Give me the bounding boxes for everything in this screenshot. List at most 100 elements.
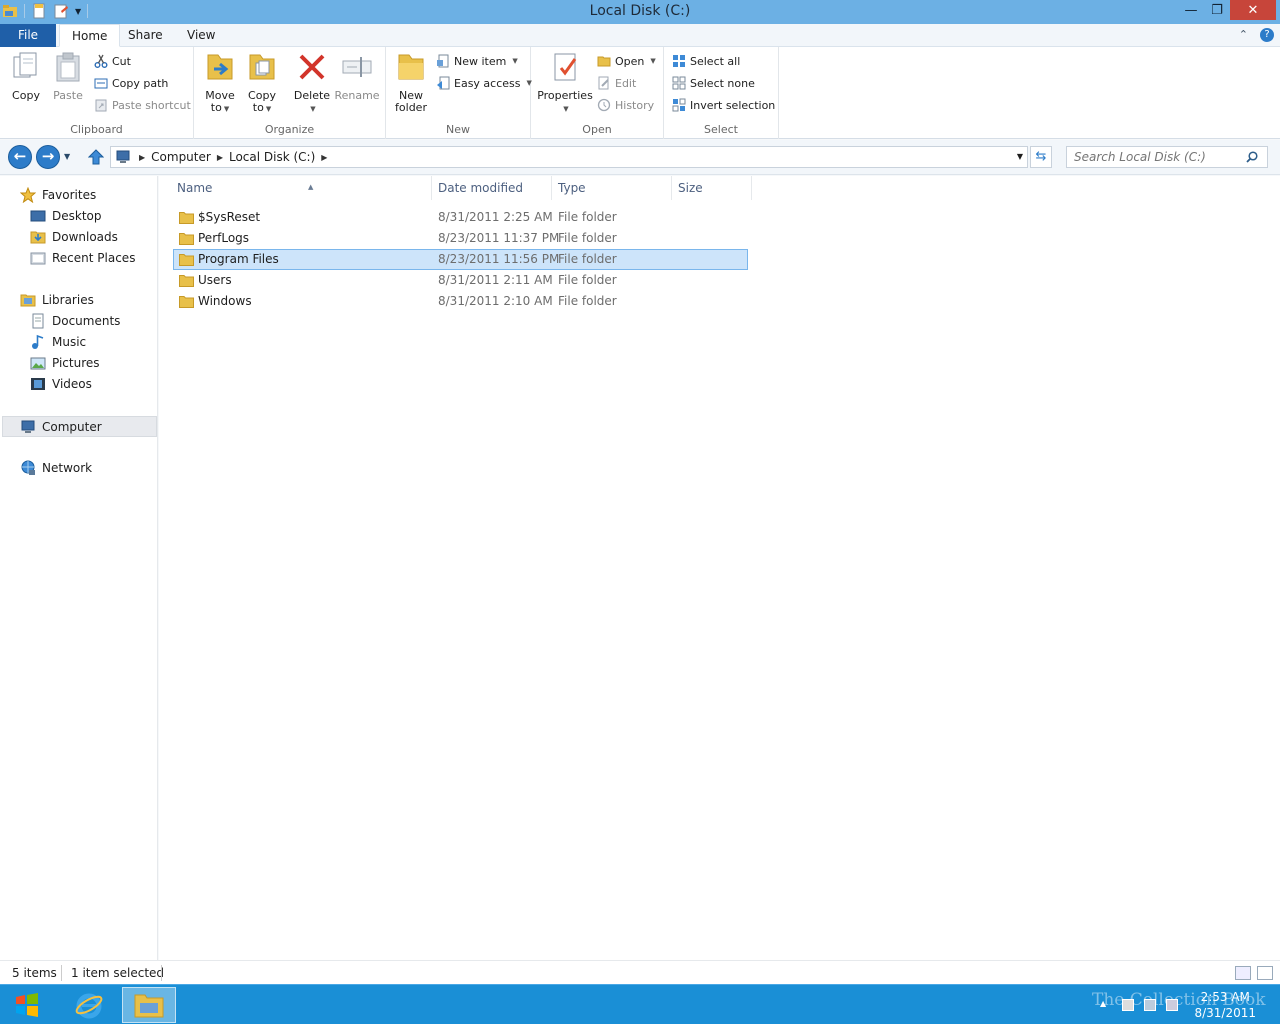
videos-icon (31, 378, 45, 390)
volume-tray-icon[interactable] (1166, 999, 1178, 1011)
downloads-folder-icon (30, 231, 46, 244)
rename-button[interactable]: Rename (334, 51, 380, 102)
paste-button[interactable]: Paste (50, 51, 86, 102)
taskbar-file-explorer[interactable] (122, 987, 176, 1023)
file-row-users[interactable]: Users 8/31/2011 2:11 AM File folder (173, 270, 748, 291)
paste-icon (56, 52, 80, 82)
start-button[interactable] (0, 987, 54, 1023)
windows-logo-icon (16, 993, 38, 1017)
back-button[interactable]: ← (8, 145, 32, 169)
cut-button[interactable]: Cut (94, 54, 131, 68)
nav-item-documents[interactable]: Documents (30, 313, 120, 329)
column-header-date-modified[interactable]: Date modified (432, 176, 552, 200)
file-row-sysreset[interactable]: $SysReset 8/31/2011 2:25 AM File folder (173, 207, 748, 228)
network-tray-icon[interactable] (1144, 999, 1156, 1011)
file-explorer-icon (134, 994, 164, 1018)
computer-location-icon (116, 150, 130, 163)
nav-item-music[interactable]: Music (30, 334, 86, 350)
taskbar-clock[interactable]: 2:53 AM 8/31/2011 (1194, 989, 1256, 1021)
item-count: 5 items (12, 966, 57, 980)
title-bar: ▼ Local Disk (C:) — ❐ ✕ (0, 0, 1280, 24)
star-icon (20, 187, 36, 203)
minimize-button[interactable]: — (1178, 0, 1204, 20)
paste-shortcut-button[interactable]: Paste shortcut (94, 98, 191, 112)
select-all-button[interactable]: Select all (672, 54, 740, 68)
organize-group-label: Organize (264, 123, 315, 136)
invert-selection-icon (672, 98, 686, 112)
nav-item-libraries[interactable]: Libraries (20, 292, 94, 308)
taskbar: The Collection Book ▲ 2:53 AM 8/31/2011 (0, 984, 1280, 1024)
delete-x-icon (299, 54, 325, 80)
invert-selection-button[interactable]: Invert selection (672, 98, 775, 112)
rename-icon (342, 57, 372, 77)
close-button[interactable]: ✕ (1230, 0, 1276, 20)
breadcrumb-computer[interactable]: Computer (145, 150, 217, 164)
delete-button[interactable]: Delete ▼ (292, 51, 332, 115)
taskbar-internet-explorer[interactable] (62, 987, 116, 1023)
minimize-ribbon-icon[interactable]: ⌃ (1239, 28, 1248, 42)
search-icon[interactable] (1246, 151, 1258, 163)
open-button[interactable]: Open ▼ (597, 54, 656, 68)
address-dropdown-icon[interactable]: ▼ (1017, 152, 1023, 161)
system-tray: ▲ (1100, 999, 1178, 1011)
column-header-name[interactable]: Name ▲ (171, 176, 432, 200)
search-input[interactable] (1066, 146, 1268, 168)
new-folder-icon (398, 54, 424, 80)
tab-view[interactable]: View (175, 24, 227, 47)
move-to-folder-icon (207, 54, 233, 80)
large-icons-view-button[interactable] (1257, 966, 1273, 980)
maximize-button[interactable]: ❐ (1204, 0, 1230, 20)
nav-item-computer[interactable]: Computer (2, 416, 157, 437)
forward-button[interactable]: → (36, 145, 60, 169)
file-row-program-files[interactable]: Program Files 8/23/2011 11:56 PM File fo… (173, 249, 748, 270)
tab-share[interactable]: Share (116, 24, 175, 47)
internet-explorer-icon (75, 993, 103, 1019)
libraries-icon (20, 294, 36, 307)
address-bar[interactable]: ▶ Computer ▶ Local Disk (C:) ▶ ▼ (110, 146, 1028, 168)
nav-item-network[interactable]: Network (20, 460, 92, 476)
nav-item-desktop[interactable]: Desktop (30, 208, 102, 224)
nav-item-recent-places[interactable]: Recent Places (30, 250, 135, 266)
file-list: Name ▲ Date modified Type Size $SysReset… (159, 176, 1280, 960)
recent-locations-dropdown-icon[interactable]: ▼ (64, 152, 70, 161)
folder-icon (179, 233, 194, 245)
easy-access-button[interactable]: Easy access ▼ (436, 76, 532, 90)
new-item-button[interactable]: New item ▼ (436, 54, 518, 68)
copy-path-button[interactable]: Copy path (94, 76, 168, 90)
history-button[interactable]: History (597, 98, 654, 112)
nav-item-favorites[interactable]: Favorites (20, 187, 96, 203)
tab-file[interactable]: File (0, 24, 56, 47)
open-group: Properties ▼ Open ▼ Edit History Open (531, 47, 664, 139)
scissors-icon (94, 54, 108, 68)
column-header-type[interactable]: Type (552, 176, 672, 200)
copy-button[interactable]: Copy (8, 51, 44, 102)
select-none-button[interactable]: Select none (672, 76, 755, 90)
select-all-icon (673, 55, 685, 67)
pictures-icon (30, 357, 46, 370)
nav-item-videos[interactable]: Videos (30, 376, 92, 392)
refresh-button[interactable]: ⇆ (1030, 146, 1052, 168)
copy-to-button[interactable]: Copy to ▼ (244, 51, 280, 115)
file-row-windows[interactable]: Windows 8/31/2011 2:10 AM File folder (173, 291, 748, 312)
computer-icon (21, 420, 35, 433)
tab-home[interactable]: Home (59, 24, 121, 47)
up-arrow-icon[interactable] (88, 149, 104, 165)
details-view-button[interactable] (1235, 966, 1251, 980)
move-to-button[interactable]: Move to ▼ (202, 51, 238, 115)
folder-icon (179, 254, 194, 266)
show-hidden-icons-icon[interactable]: ▲ (1100, 999, 1112, 1011)
edit-button[interactable]: Edit (597, 76, 636, 90)
nav-item-pictures[interactable]: Pictures (30, 355, 100, 371)
status-bar: 5 items 1 item selected (0, 960, 1280, 984)
window-title: Local Disk (C:) (589, 3, 691, 19)
breadcrumb-local-disk[interactable]: Local Disk (C:) (223, 150, 321, 164)
file-row-perflogs[interactable]: PerfLogs 8/23/2011 11:37 PM File folder (173, 228, 748, 249)
nav-item-downloads[interactable]: Downloads (30, 229, 118, 245)
action-center-icon[interactable] (1122, 999, 1134, 1011)
properties-button[interactable]: Properties ▼ (537, 51, 593, 115)
new-folder-button[interactable]: New folder (392, 51, 430, 114)
help-icon[interactable]: ? (1260, 28, 1274, 42)
select-group-label: Select (704, 123, 738, 136)
organize-group: Move to ▼ Copy to ▼ Delete ▼ Rename Organi… (194, 47, 386, 139)
column-header-size[interactable]: Size (672, 176, 752, 200)
